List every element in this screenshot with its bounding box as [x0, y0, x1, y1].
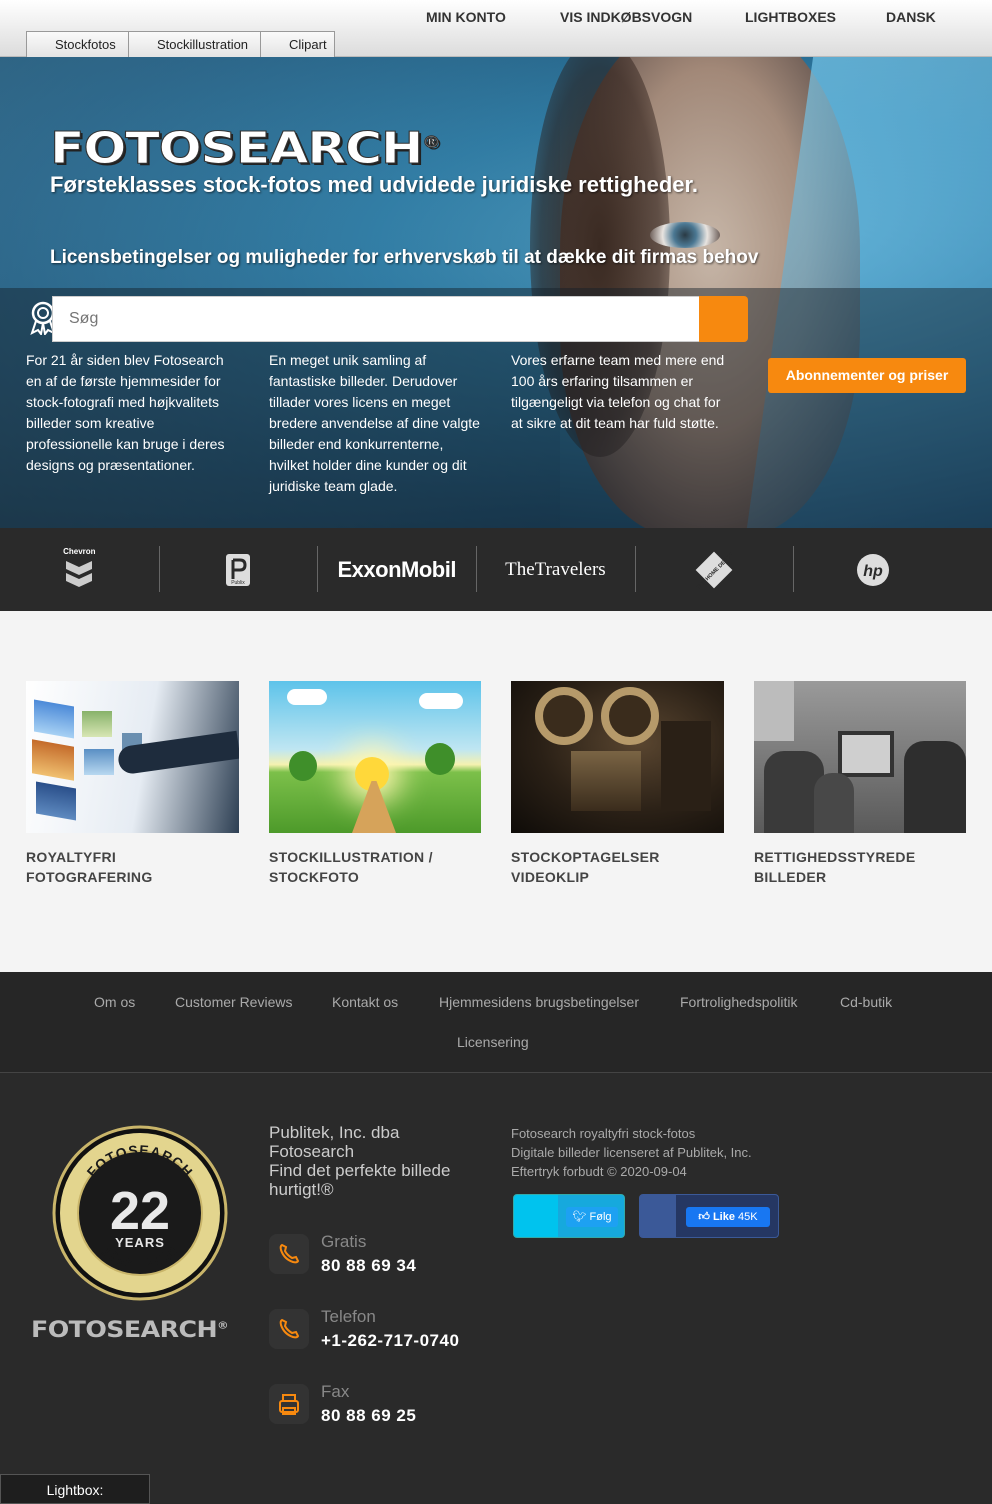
twitter-icon: 🐦︎	[572, 1211, 587, 1223]
hero-banner: FOTOSEARCH® Førsteklasses stock-fotos me…	[0, 57, 992, 528]
exxonmobil-label: ExxonMobil	[337, 556, 456, 582]
hp-logo: hp	[793, 528, 952, 611]
category-royaltyfree[interactable]: ROYALTYFRI FOTOGRAFERING	[26, 681, 239, 887]
travelers-logo: TheTravelers	[476, 528, 635, 611]
hero-subline: Licensbetingelser og muligheder for erhv…	[50, 247, 759, 268]
svg-text:Publix: Publix	[231, 580, 245, 586]
fax-icon	[269, 1384, 309, 1424]
hp-icon: hp	[856, 553, 889, 586]
footer-logo[interactable]: FOTOSEARCH®	[31, 1318, 229, 1343]
category-image-rights-managed[interactable]	[754, 681, 966, 833]
footer-link-terms[interactable]: Hjemmesidens brugsbetingelser	[439, 994, 639, 1010]
category-illustration[interactable]: STOCKILLUSTRATION / STOCKFOTO	[269, 681, 481, 887]
contact-fax: Fax 80 88 69 25	[269, 1382, 499, 1428]
svg-text:YEARS: YEARS	[115, 1235, 165, 1250]
footer-nav: Om os Customer Reviews Kontakt os Hjemme…	[0, 972, 992, 1072]
company-slogan: Find det perfekte billede hurtigt!®	[269, 1161, 451, 1199]
chevron-logo: Chevron	[0, 528, 159, 611]
footer-link-about[interactable]: Om os	[94, 994, 135, 1010]
phone-icon	[269, 1234, 309, 1274]
thumbs-up-icon: 👍︎	[698, 1211, 710, 1223]
chevron-icon	[66, 561, 93, 587]
footer-link-privacy[interactable]: Fortrolighedspolitik	[680, 994, 798, 1010]
copyright-line-3: Eftertryk forbudt © 2020-09-04	[511, 1164, 687, 1179]
facebook-like-button[interactable]: 👍︎ Like 45K	[686, 1207, 770, 1227]
company-name: Publitek, Inc. dba Fotosearch	[269, 1123, 400, 1161]
publix-icon: Publix	[226, 553, 251, 586]
tab-clipart[interactable]: Clipart	[260, 31, 335, 57]
intro-text-3: Vores erfarne team med mere end 100 års …	[511, 352, 725, 431]
copyright-block: Fotosearch royaltyfri stock-fotos Digita…	[511, 1124, 752, 1181]
category-label-video[interactable]: STOCKOPTAGELSER VIDEOKLIP	[511, 847, 724, 887]
footer-link-reviews[interactable]: Customer Reviews	[175, 994, 292, 1010]
footer-link-contact[interactable]: Kontakt os	[332, 994, 398, 1010]
subscriptions-button[interactable]: Abonnementer og priser	[768, 358, 966, 393]
homedepot-icon: THE HOME DEPOT	[695, 551, 733, 589]
language-link[interactable]: DANSK	[886, 9, 936, 25]
category-label-illustration[interactable]: STOCKILLUSTRATION / STOCKFOTO	[269, 847, 481, 887]
contact-label: Fax	[321, 1382, 350, 1401]
svg-text:22: 22	[110, 1181, 170, 1241]
intro-text-2: En meget unik samling af fantastiske bil…	[269, 352, 480, 494]
travelers-label: TheTravelers	[505, 558, 606, 580]
facebook-like-widget[interactable]: 👍︎ Like 45K	[639, 1194, 779, 1238]
lightboxes-link[interactable]: LIGHTBOXES	[745, 9, 836, 25]
view-cart-link[interactable]: VIS INDKØBSVOGN	[560, 9, 692, 25]
category-image-royaltyfree[interactable]	[26, 681, 239, 833]
chevron-label: Chevron	[63, 547, 96, 556]
contact-phone: Telefon +1-262-717-0740	[269, 1307, 499, 1353]
search-input[interactable]	[52, 296, 700, 342]
contact-label: Telefon	[321, 1307, 376, 1326]
lightbox-tab[interactable]: Lightbox:	[0, 1474, 150, 1504]
my-account-link[interactable]: MIN KONTO	[426, 9, 506, 25]
homedepot-logo: THE HOME DEPOT	[634, 528, 794, 611]
category-image-illustration[interactable]	[269, 681, 481, 833]
contact-label: Gratis	[321, 1232, 367, 1251]
twitter-follow-button[interactable]: 🐦︎ Følg	[566, 1207, 618, 1227]
category-image-video[interactable]	[511, 681, 724, 833]
company-info: Publitek, Inc. dba Fotosearch Find det p…	[269, 1123, 489, 1199]
exxonmobil-logo: ExxonMobil	[317, 528, 476, 611]
category-video[interactable]: STOCKOPTAGELSER VIDEOKLIP	[511, 681, 724, 887]
anniversary-seal: FOTOSEARCH 1998 - 2020 22 YEARS	[52, 1125, 228, 1301]
category-label-rights-managed[interactable]: RETTIGHEDSSTYREDE BILLEDER	[754, 847, 966, 887]
hero-eye-image	[650, 222, 720, 248]
svg-text:hp: hp	[863, 563, 883, 580]
top-bar: MIN KONTO VIS INDKØBSVOGN LIGHTBOXES DAN…	[0, 0, 992, 57]
footer-link-licensing[interactable]: Licensering	[457, 1034, 529, 1050]
search-button[interactable]	[699, 296, 748, 342]
client-logos: Chevron Publix ExxonMobil TheTravelers T…	[0, 528, 992, 611]
copyright-line-1: Fotosearch royaltyfri stock-fotos	[511, 1126, 696, 1141]
category-rights-managed[interactable]: RETTIGHEDSSTYREDE BILLEDER	[754, 681, 966, 887]
hero-tagline: Førsteklasses stock-fotos med udvidede j…	[50, 172, 698, 197]
tab-stockfotos[interactable]: Stockfotos	[26, 31, 129, 57]
contact-number[interactable]: 80 88 69 34	[321, 1256, 416, 1276]
contact-number[interactable]: +1-262-717-0740	[321, 1331, 459, 1351]
site-logo[interactable]: FOTOSEARCH®	[49, 123, 441, 175]
footer-link-cd-store[interactable]: Cd-butik	[840, 994, 892, 1010]
twitter-follow-widget[interactable]: 🐦︎ Følg	[513, 1194, 625, 1238]
intro-text-1: For 21 år siden blev Fotosearch en af de…	[26, 352, 225, 473]
category-label-royaltyfree[interactable]: ROYALTYFRI FOTOGRAFERING	[26, 847, 239, 887]
search-type-tabs: Stockfotos Stockillustration Clipart	[26, 31, 335, 57]
copyright-line-2: Digitale billeder licenseret af Publitek…	[511, 1145, 752, 1160]
publix-logo: Publix	[158, 528, 318, 611]
tab-stockillustration[interactable]: Stockillustration	[128, 31, 261, 57]
contact-tollfree: Gratis 80 88 69 34	[269, 1232, 499, 1278]
phone-icon	[269, 1309, 309, 1349]
contact-number[interactable]: 80 88 69 25	[321, 1406, 416, 1426]
